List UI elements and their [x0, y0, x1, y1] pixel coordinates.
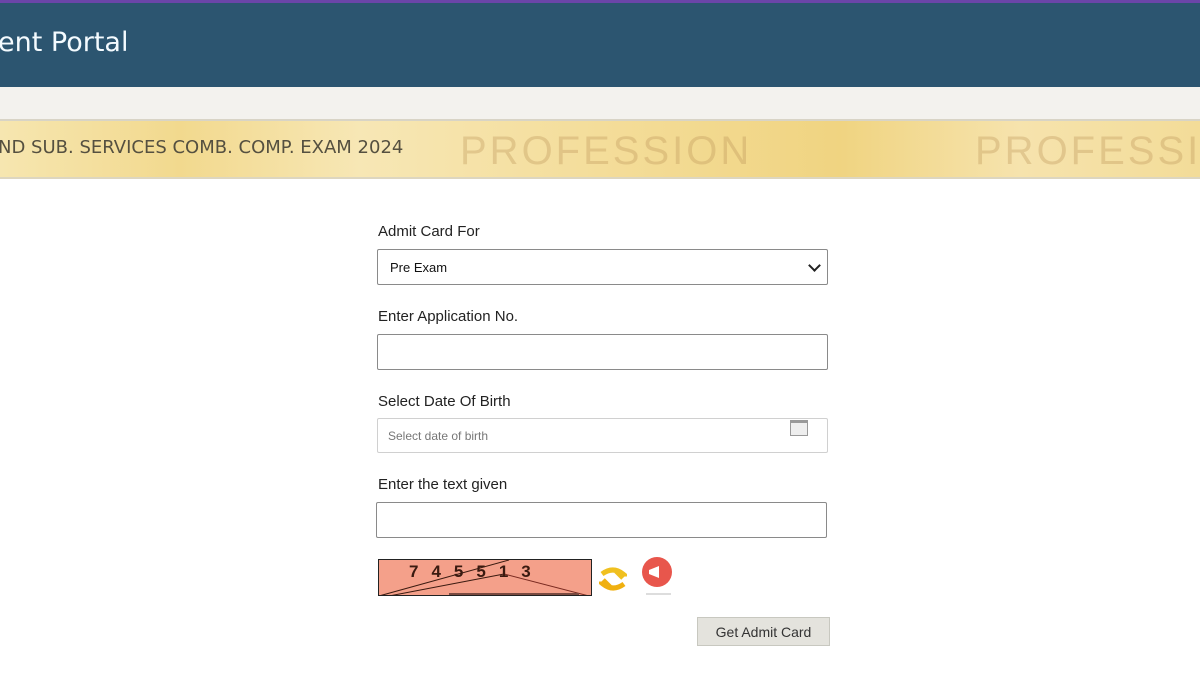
header: ent Portal: [0, 3, 1200, 87]
dob-placeholder: Select date of birth: [388, 429, 489, 443]
calendar-icon[interactable]: [790, 420, 808, 436]
get-admit-card-button[interactable]: Get Admit Card: [697, 617, 830, 646]
chevron-down-icon: [808, 259, 821, 272]
application-no-input[interactable]: [377, 334, 828, 370]
banner-watermark: PROFESSION: [460, 129, 753, 173]
audio-captcha-icon[interactable]: [641, 557, 675, 597]
dob-input[interactable]: Select date of birth: [377, 418, 828, 453]
admit-card-for-label: Admit Card For: [378, 223, 480, 240]
exam-banner: PROFESSION PROFESSION ND SUB. SERVICES C…: [0, 121, 1200, 179]
dob-label: Select Date Of Birth: [378, 393, 511, 410]
banner-watermark: PROFESSION: [975, 129, 1200, 173]
admit-card-for-value: Pre Exam: [390, 260, 448, 275]
portal-title: ent Portal: [0, 27, 129, 58]
captcha-text: 745513: [409, 562, 544, 581]
admit-card-for-select[interactable]: Pre Exam: [377, 249, 828, 285]
captcha-input[interactable]: [376, 502, 827, 538]
refresh-captcha-icon[interactable]: [599, 564, 627, 594]
captcha-image: 745513: [378, 559, 592, 596]
exam-title: ND SUB. SERVICES COMB. COMP. EXAM 2024: [0, 137, 404, 158]
application-no-label: Enter Application No.: [378, 308, 519, 325]
nav-bar: [0, 87, 1200, 121]
captcha-label: Enter the text given: [378, 476, 508, 493]
